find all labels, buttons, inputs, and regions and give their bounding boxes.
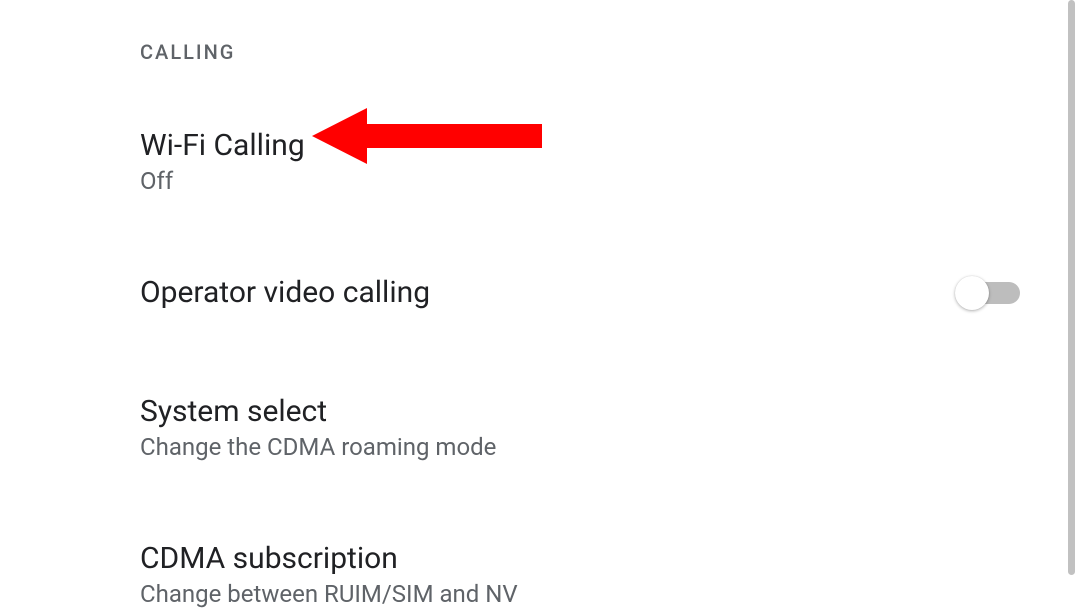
setting-title: System select: [140, 392, 1020, 431]
scrollbar-vertical[interactable]: [1068, 0, 1075, 575]
toggle-operator-video[interactable]: [960, 282, 1020, 304]
setting-text: System select Change the CDMA roaming mo…: [140, 392, 1020, 461]
setting-system-select[interactable]: System select Change the CDMA roaming mo…: [140, 392, 1020, 461]
setting-subtitle: Off: [140, 167, 1020, 195]
setting-text: Operator video calling: [140, 273, 960, 312]
settings-content: CALLING Wi-Fi Calling Off Operator video…: [0, 0, 1068, 608]
section-header-calling: CALLING: [140, 40, 1020, 64]
toggle-knob: [955, 276, 989, 310]
setting-text: Wi-Fi Calling Off: [140, 126, 1020, 195]
setting-cdma-subscription[interactable]: CDMA subscription Change between RUIM/SI…: [140, 539, 1020, 608]
setting-text: CDMA subscription Change between RUIM/SI…: [140, 539, 1020, 608]
setting-title: Operator video calling: [140, 273, 960, 312]
setting-operator-video-calling[interactable]: Operator video calling: [140, 273, 1020, 312]
setting-subtitle: Change between RUIM/SIM and NV: [140, 580, 1020, 608]
setting-title: Wi-Fi Calling: [140, 126, 1020, 165]
setting-title: CDMA subscription: [140, 539, 1020, 578]
setting-subtitle: Change the CDMA roaming mode: [140, 433, 1020, 461]
setting-wifi-calling[interactable]: Wi-Fi Calling Off: [140, 126, 1020, 195]
